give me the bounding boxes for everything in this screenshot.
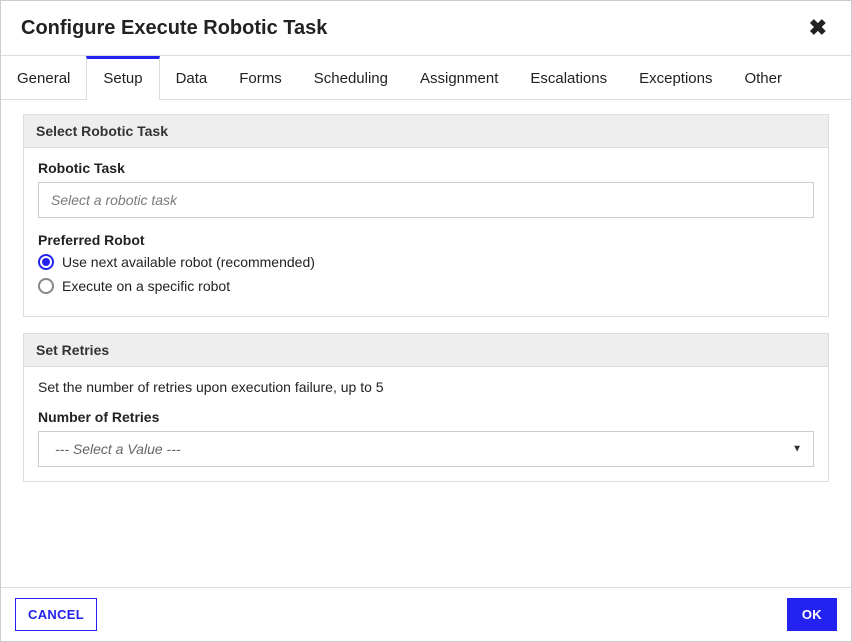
panel-body-set-retries: Set the number of retries upon execution… <box>24 367 828 481</box>
close-icon[interactable]: ✖ <box>805 15 831 41</box>
tab-setup[interactable]: Setup <box>86 56 159 100</box>
radio-next-available-label: Use next available robot (recommended) <box>62 254 315 270</box>
content-area: Select Robotic Task Robotic Task Preferr… <box>1 100 851 587</box>
dialog-header: Configure Execute Robotic Task ✖ <box>1 1 851 56</box>
robotic-task-label: Robotic Task <box>38 160 814 176</box>
set-retries-description: Set the number of retries upon execution… <box>38 379 814 395</box>
panel-set-retries: Set Retries Set the number of retries up… <box>23 333 829 482</box>
panel-header-set-retries: Set Retries <box>24 334 828 367</box>
tab-other[interactable]: Other <box>728 56 798 99</box>
tab-general[interactable]: General <box>1 56 86 99</box>
dialog-footer: CANCEL OK <box>1 587 851 641</box>
panel-body-select-robotic-task: Robotic Task Preferred Robot Use next av… <box>24 148 828 316</box>
cancel-button[interactable]: CANCEL <box>15 598 97 631</box>
radio-icon-checked <box>38 254 54 270</box>
tab-escalations[interactable]: Escalations <box>514 56 623 99</box>
dialog-title: Configure Execute Robotic Task <box>21 17 327 40</box>
robotic-task-input[interactable] <box>38 182 814 218</box>
configure-dialog: Configure Execute Robotic Task ✖ General… <box>0 0 852 642</box>
num-retries-select-wrapper: --- Select a Value --- ▼ <box>38 431 814 467</box>
tab-forms[interactable]: Forms <box>223 56 298 99</box>
tab-assignment[interactable]: Assignment <box>404 56 514 99</box>
radio-specific-robot-label: Execute on a specific robot <box>62 278 230 294</box>
preferred-robot-label: Preferred Robot <box>38 232 814 248</box>
ok-button[interactable]: OK <box>787 598 837 631</box>
panel-header-select-robotic-task: Select Robotic Task <box>24 115 828 148</box>
panel-select-robotic-task: Select Robotic Task Robotic Task Preferr… <box>23 114 829 317</box>
tab-exceptions[interactable]: Exceptions <box>623 56 728 99</box>
radio-specific-robot[interactable]: Execute on a specific robot <box>38 278 814 294</box>
num-retries-select[interactable]: --- Select a Value --- <box>38 431 814 467</box>
tab-data[interactable]: Data <box>160 56 224 99</box>
radio-icon-unchecked <box>38 278 54 294</box>
tabs-bar: General Setup Data Forms Scheduling Assi… <box>1 56 851 100</box>
tab-scheduling[interactable]: Scheduling <box>298 56 404 99</box>
radio-next-available[interactable]: Use next available robot (recommended) <box>38 254 814 270</box>
num-retries-label: Number of Retries <box>38 409 814 425</box>
